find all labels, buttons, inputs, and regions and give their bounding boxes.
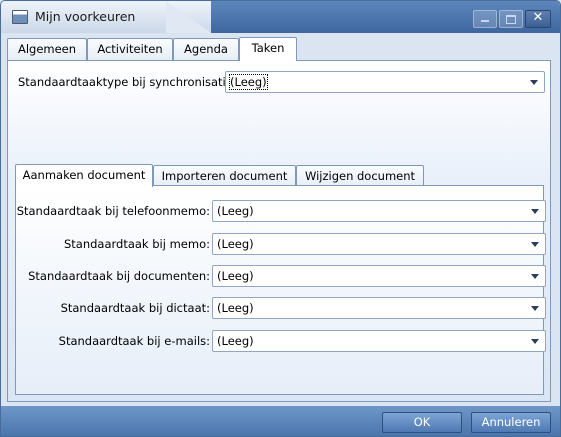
- sync-tasktype-value: (Leeg): [229, 74, 268, 90]
- dictaat-select[interactable]: (Leeg): [212, 297, 546, 319]
- maximize-icon: [506, 15, 516, 24]
- minimize-button[interactable]: [473, 10, 497, 28]
- window-title: Mijn voorkeuren: [35, 9, 136, 24]
- ok-button[interactable]: OK: [382, 412, 462, 433]
- chevron-down-icon: [531, 339, 539, 344]
- chevron-down-icon: [530, 80, 538, 85]
- sync-tasktype-label: Standaardtaaktype bij synchronisatie:: [18, 75, 237, 89]
- chevron-down-icon: [531, 306, 539, 311]
- button-bar: OK Annuleren: [1, 406, 560, 436]
- tab-taken[interactable]: Taken: [239, 37, 297, 61]
- tab-algemeen[interactable]: Algemeen: [7, 38, 87, 61]
- field-label-memo: Standaardtaak bij memo:: [63, 237, 210, 251]
- tab-agenda[interactable]: Agenda: [173, 38, 239, 61]
- close-button[interactable]: ✕: [525, 10, 551, 28]
- telefoonmemo-select[interactable]: (Leeg): [212, 200, 546, 222]
- title-bar[interactable]: Mijn voorkeuren ✕: [1, 1, 560, 33]
- minimize-icon: [481, 20, 489, 22]
- tab-activiteiten[interactable]: Activiteiten: [87, 38, 173, 61]
- window-icon: [12, 10, 28, 24]
- tab-importeren-document[interactable]: Importeren document: [153, 165, 296, 187]
- aanmaken-document-panel: Standaardtaak bij telefoonmemo: (Leeg) S…: [15, 185, 546, 395]
- chevron-down-icon: [531, 242, 539, 247]
- close-icon: ✕: [532, 10, 544, 25]
- chevron-down-icon: [531, 209, 539, 214]
- field-label-telefoonmemo: Standaardtaak bij telefoonmemo:: [16, 204, 210, 218]
- taken-panel: Standaardtaaktype bij synchronisatie: (L…: [7, 60, 551, 402]
- maximize-button[interactable]: [499, 10, 523, 28]
- memo-select[interactable]: (Leeg): [212, 233, 546, 255]
- emails-select[interactable]: (Leeg): [212, 330, 546, 352]
- field-label-documenten: Standaardtaak bij documenten:: [28, 269, 210, 283]
- field-label-emails: Standaardtaak bij e-mails:: [58, 334, 210, 348]
- chevron-down-icon: [531, 274, 539, 279]
- tab-aanmaken-document[interactable]: Aanmaken document: [15, 164, 153, 187]
- documenten-select[interactable]: (Leeg): [212, 265, 546, 287]
- field-label-dictaat: Standaardtaak bij dictaat:: [60, 301, 210, 315]
- preferences-window: Mijn voorkeuren ✕ Algemeen Activiteiten …: [0, 0, 561, 437]
- tab-wijzigen-document[interactable]: Wijzigen document: [296, 165, 424, 187]
- sync-tasktype-select[interactable]: (Leeg): [225, 71, 545, 93]
- cancel-button[interactable]: Annuleren: [471, 412, 551, 433]
